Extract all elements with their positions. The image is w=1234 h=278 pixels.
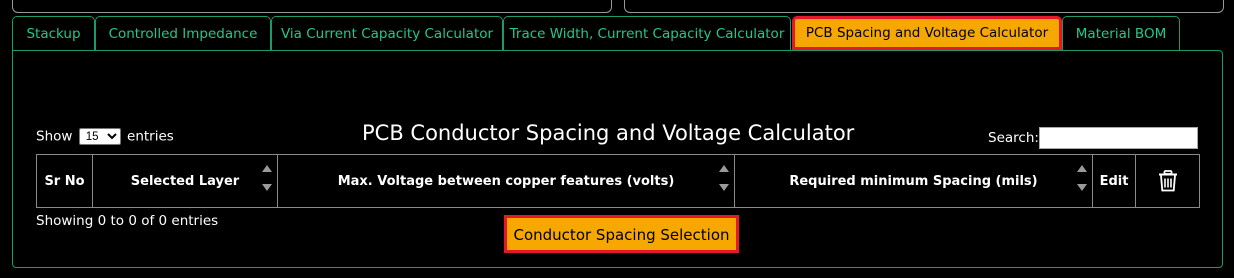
trash-icon[interactable] (1158, 170, 1178, 192)
col-selected-layer[interactable]: Selected Layer (92, 154, 278, 208)
show-label: Show (36, 128, 73, 145)
col-edit: Edit (1092, 154, 1136, 208)
entries-select[interactable]: 15 (78, 128, 121, 145)
page-title: PCB Conductor Spacing and Voltage Calcul… (362, 121, 855, 145)
col-sr-no[interactable]: Sr No (36, 154, 93, 208)
table-header-row: Sr No Selected Layer Max. Voltage betwee… (36, 154, 1200, 208)
sort-icon (262, 165, 272, 197)
tab-controlled-impedance[interactable]: Controlled Impedance (95, 16, 271, 50)
tab-pcb-spacing-voltage[interactable]: PCB Spacing and Voltage Calculator (792, 16, 1062, 50)
conductor-spacing-selection-button[interactable]: Conductor Spacing Selection (504, 215, 739, 253)
table-info: Showing 0 to 0 of 0 entries (36, 213, 219, 229)
col-min-spacing[interactable]: Required minimum Spacing (mils) (734, 154, 1093, 208)
top-left-panel-edge (12, 0, 612, 13)
entries-label: entries (127, 128, 174, 145)
top-right-panel-edge (624, 0, 1224, 13)
tab-via-current-capacity[interactable]: Via Current Capacity Calculator (271, 16, 503, 50)
spacing-table: Sr No Selected Layer Max. Voltage betwee… (36, 154, 1200, 208)
search-label: Search: (988, 130, 1039, 146)
tab-stackup[interactable]: Stackup (12, 16, 95, 50)
col-max-voltage[interactable]: Max. Voltage between copper features (vo… (277, 154, 735, 208)
entries-length-control: Show 15 entries (36, 128, 174, 145)
col-delete[interactable] (1135, 154, 1200, 208)
search-input[interactable] (1039, 127, 1198, 149)
sort-icon (719, 165, 729, 197)
sort-icon (1077, 165, 1087, 197)
tab-trace-width[interactable]: Trace Width, Current Capacity Calculator (503, 16, 791, 50)
tab-material-bom[interactable]: Material BOM (1062, 16, 1180, 50)
